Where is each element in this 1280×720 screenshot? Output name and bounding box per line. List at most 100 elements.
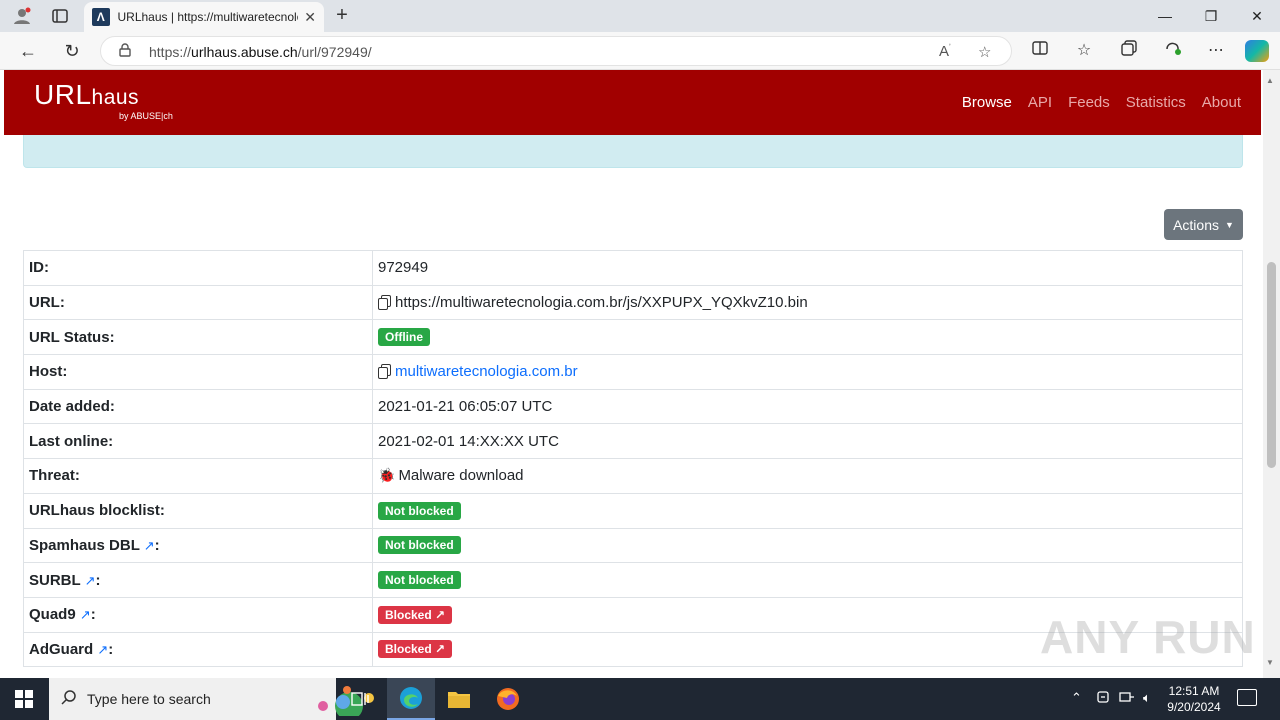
surbl-label: SURBL	[29, 571, 81, 589]
task-view-icon[interactable]	[336, 678, 384, 720]
back-arrow-icon[interactable]: ←	[16, 39, 40, 63]
network-icon[interactable]	[1119, 690, 1135, 707]
lock-icon[interactable]	[119, 43, 131, 60]
table-row: SURBL ↗: Not blocked	[23, 562, 1243, 598]
info-alert	[23, 135, 1243, 168]
nav-browse[interactable]: Browse	[962, 94, 1012, 111]
search-placeholder: Type here to search	[87, 691, 211, 707]
urlhaus-blocklist-cell: Not blocked	[372, 492, 1243, 529]
quad9-label: Quad9	[29, 606, 76, 624]
last-online-label: Last online:	[23, 423, 373, 460]
scroll-down-icon[interactable]: ▼	[1266, 658, 1274, 667]
firefox-icon[interactable]	[484, 678, 532, 720]
actions-dropdown-button[interactable]: Actions ▼	[1164, 209, 1243, 240]
url-domain: urlhaus.abuse.ch	[191, 44, 298, 60]
external-link-icon: ↗	[435, 607, 446, 622]
volume-icon[interactable]: 🔈︎	[1143, 690, 1151, 706]
scrollbar-thumb[interactable]	[1267, 262, 1276, 468]
copy-icon[interactable]	[378, 364, 391, 380]
logo-url-text: URL	[34, 79, 92, 110]
url-text[interactable]: https://urlhaus.abuse.ch/url/972949/	[149, 44, 372, 60]
spamhaus-label: Spamhaus DBL	[29, 536, 140, 554]
tab-actions-icon[interactable]	[46, 4, 74, 28]
address-bar[interactable]: https://urlhaus.abuse.ch/url/972949/ Aʼ …	[100, 36, 1012, 66]
start-button[interactable]	[0, 678, 48, 720]
external-link-icon[interactable]: ↗	[97, 642, 108, 657]
logo-byline: by ABUSE|ch	[119, 111, 173, 121]
profile-icon[interactable]	[8, 4, 36, 28]
more-options-icon[interactable]: ⋯	[1204, 40, 1228, 62]
last-online-value: 2021-02-01 14:XX:XX UTC	[372, 423, 1243, 460]
windows-logo-icon	[15, 690, 33, 708]
url-status-cell: Offline	[372, 319, 1243, 356]
spamhaus-badge: Not blocked	[378, 536, 461, 555]
notification-icon[interactable]	[1237, 689, 1257, 706]
logo-haus-text: haus	[91, 86, 140, 109]
browser-tab-bar: Λ URLhaus | https://multiwaretecnolo ✕ +…	[0, 0, 1280, 32]
adguard-badge[interactable]: Blocked ↗	[378, 640, 453, 659]
restore-icon[interactable]: ❐	[1188, 4, 1234, 28]
host-label: Host:	[23, 354, 373, 390]
favorites-icon[interactable]: ☆	[1072, 40, 1096, 62]
table-row: Last online: 2021-02-01 14:XX:XX UTC	[23, 423, 1243, 460]
browser-tab-active[interactable]: Λ URLhaus | https://multiwaretecnolo ✕	[84, 2, 324, 32]
external-link-icon[interactable]: ↗	[144, 538, 155, 553]
copy-icon[interactable]	[378, 295, 391, 311]
main-nav: Browse API Feeds Statistics About	[946, 94, 1241, 111]
spamhaus-cell: Not blocked	[372, 527, 1243, 564]
external-link-icon[interactable]: ↗	[85, 573, 96, 588]
external-link-icon[interactable]: ↗	[80, 607, 91, 622]
system-clock[interactable]: 12:51 AM 9/20/2024	[1166, 683, 1222, 715]
id-value: 972949	[372, 250, 1243, 286]
table-row: Threat: 🐞 Malware download	[23, 458, 1243, 494]
id-label: ID:	[23, 250, 373, 286]
table-row: URLhaus blocklist: Not blocked	[23, 492, 1243, 529]
read-aloud-icon[interactable]: Aʼ	[939, 43, 951, 60]
browser-toolbar: ← ↻ https://urlhaus.abuse.ch/url/972949/…	[0, 32, 1280, 70]
page-scrollbar[interactable]: ▲ ▼	[1263, 70, 1280, 678]
extensions-icon[interactable]	[1161, 40, 1185, 62]
host-link[interactable]: multiwaretecnologia.com.br	[395, 363, 578, 380]
nav-about[interactable]: About	[1202, 94, 1241, 111]
page-viewport: URLhaus by ABUSE|ch Browse API Feeds Sta…	[0, 70, 1280, 678]
adguard-badge-text: Blocked	[385, 642, 432, 657]
edge-taskbar-icon[interactable]	[387, 678, 435, 720]
threat-label: Threat:	[23, 458, 373, 494]
tab-title: URLhaus | https://multiwaretecnolo	[117, 10, 299, 24]
refresh-icon[interactable]: ↻	[60, 39, 84, 63]
site-navbar: URLhaus by ABUSE|ch Browse API Feeds Sta…	[4, 70, 1261, 135]
file-explorer-icon[interactable]	[435, 678, 483, 720]
tab-close-icon[interactable]: ✕	[304, 9, 316, 26]
nav-statistics[interactable]: Statistics	[1126, 94, 1186, 111]
urlhaus-favicon-icon: Λ	[92, 8, 110, 26]
adguard-label: AdGuard	[29, 640, 94, 658]
quad9-badge[interactable]: Blocked ↗	[378, 605, 453, 624]
adguard-label-cell: AdGuard ↗:	[23, 631, 373, 668]
window-close-icon[interactable]: ✕	[1234, 4, 1280, 28]
new-tab-button[interactable]: +	[330, 4, 354, 27]
taskbar-search[interactable]: Type here to search	[49, 678, 374, 720]
table-row: ID: 972949	[23, 250, 1243, 286]
split-screen-icon[interactable]	[1028, 40, 1052, 62]
table-row: URL Status: Offline	[23, 319, 1243, 356]
spamhaus-label-cell: Spamhaus DBL ↗:	[23, 527, 373, 564]
tray-chevron-icon[interactable]: ⌃	[1071, 690, 1082, 706]
collections-icon[interactable]	[1117, 40, 1141, 62]
nav-api[interactable]: API	[1028, 94, 1052, 111]
blocklist-badge: Not blocked	[378, 501, 461, 520]
host-cell: multiwaretecnologia.com.br	[372, 354, 1243, 390]
clock-date: 9/20/2024	[1167, 700, 1221, 714]
scroll-up-icon[interactable]: ▲	[1266, 76, 1274, 85]
copilot-icon[interactable]	[1245, 40, 1269, 62]
table-row: Host: multiwaretecnologia.com.br	[23, 354, 1243, 390]
table-row: URL: https://multiwaretecnologia.com.br/…	[23, 284, 1243, 321]
url-label: URL:	[23, 284, 373, 321]
device-icon[interactable]	[1096, 690, 1110, 707]
caret-down-icon: ▼	[1225, 219, 1234, 230]
nav-feeds[interactable]: Feeds	[1068, 94, 1110, 111]
favorite-star-icon[interactable]: ☆	[978, 43, 991, 61]
urlhaus-logo[interactable]: URLhaus	[34, 79, 139, 111]
threat-cell: 🐞 Malware download	[372, 458, 1243, 494]
minimize-icon[interactable]: —	[1142, 4, 1188, 28]
surbl-label-cell: SURBL ↗:	[23, 562, 373, 598]
